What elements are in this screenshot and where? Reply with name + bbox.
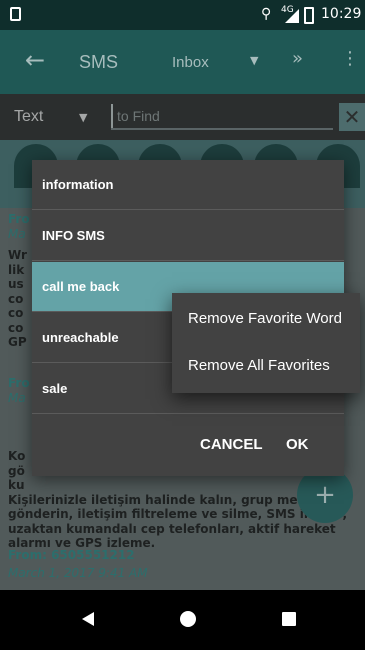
sim-card-icon bbox=[10, 7, 21, 21]
clock: 10:29 bbox=[321, 6, 362, 22]
toolbar: ← SMS Inbox ▼ » ⋮ bbox=[0, 30, 365, 94]
clear-icon[interactable]: ✕ bbox=[339, 103, 365, 131]
signal-icon bbox=[285, 9, 299, 23]
back-arrow-icon[interactable]: ← bbox=[25, 46, 45, 74]
location-icon: ⚲ bbox=[261, 6, 272, 22]
menu-item-remove-all-favorites[interactable]: Remove All Favorites bbox=[188, 357, 330, 374]
more-vert-icon[interactable]: ⋮ bbox=[341, 48, 359, 69]
chevron-down-icon[interactable]: ▼ bbox=[250, 54, 258, 67]
status-bar: ⚲ 4G 10:29 bbox=[0, 0, 365, 30]
search-type-select[interactable]: Text bbox=[14, 108, 43, 126]
search-field-wrapper bbox=[111, 104, 333, 130]
nav-back-icon[interactable] bbox=[82, 612, 94, 626]
battery-icon bbox=[304, 7, 314, 24]
chevron-down-icon[interactable]: ▼ bbox=[79, 111, 87, 124]
message-date: Ma bbox=[8, 227, 26, 241]
message-date: Ma bbox=[8, 391, 26, 405]
dialog-list-item[interactable]: INFO SMS bbox=[32, 211, 344, 261]
navigation-bar bbox=[0, 590, 365, 650]
nav-recents-icon[interactable] bbox=[282, 612, 296, 626]
menu-item-remove-favorite-word[interactable]: Remove Favorite Word bbox=[188, 310, 342, 327]
folder-spinner[interactable]: Inbox bbox=[172, 54, 209, 71]
ok-button[interactable]: OK bbox=[286, 436, 309, 453]
nav-home-icon[interactable] bbox=[180, 611, 196, 627]
search-input[interactable] bbox=[111, 104, 333, 128]
message-from: From: 6505551212 bbox=[8, 548, 135, 562]
app-title: SMS bbox=[79, 52, 119, 72]
context-menu: Remove Favorite Word Remove All Favorite… bbox=[172, 293, 360, 393]
message-date: March 1, 2017 9:41 AM bbox=[8, 566, 148, 580]
message-from: Fro bbox=[8, 376, 30, 390]
search-row: Text ▼ ✕ bbox=[0, 94, 365, 140]
cancel-button[interactable]: CANCEL bbox=[200, 436, 263, 453]
message-from: Fro bbox=[8, 212, 30, 226]
double-chevron-down-icon[interactable]: » bbox=[292, 48, 303, 69]
dialog-list-item[interactable]: information bbox=[32, 160, 344, 210]
